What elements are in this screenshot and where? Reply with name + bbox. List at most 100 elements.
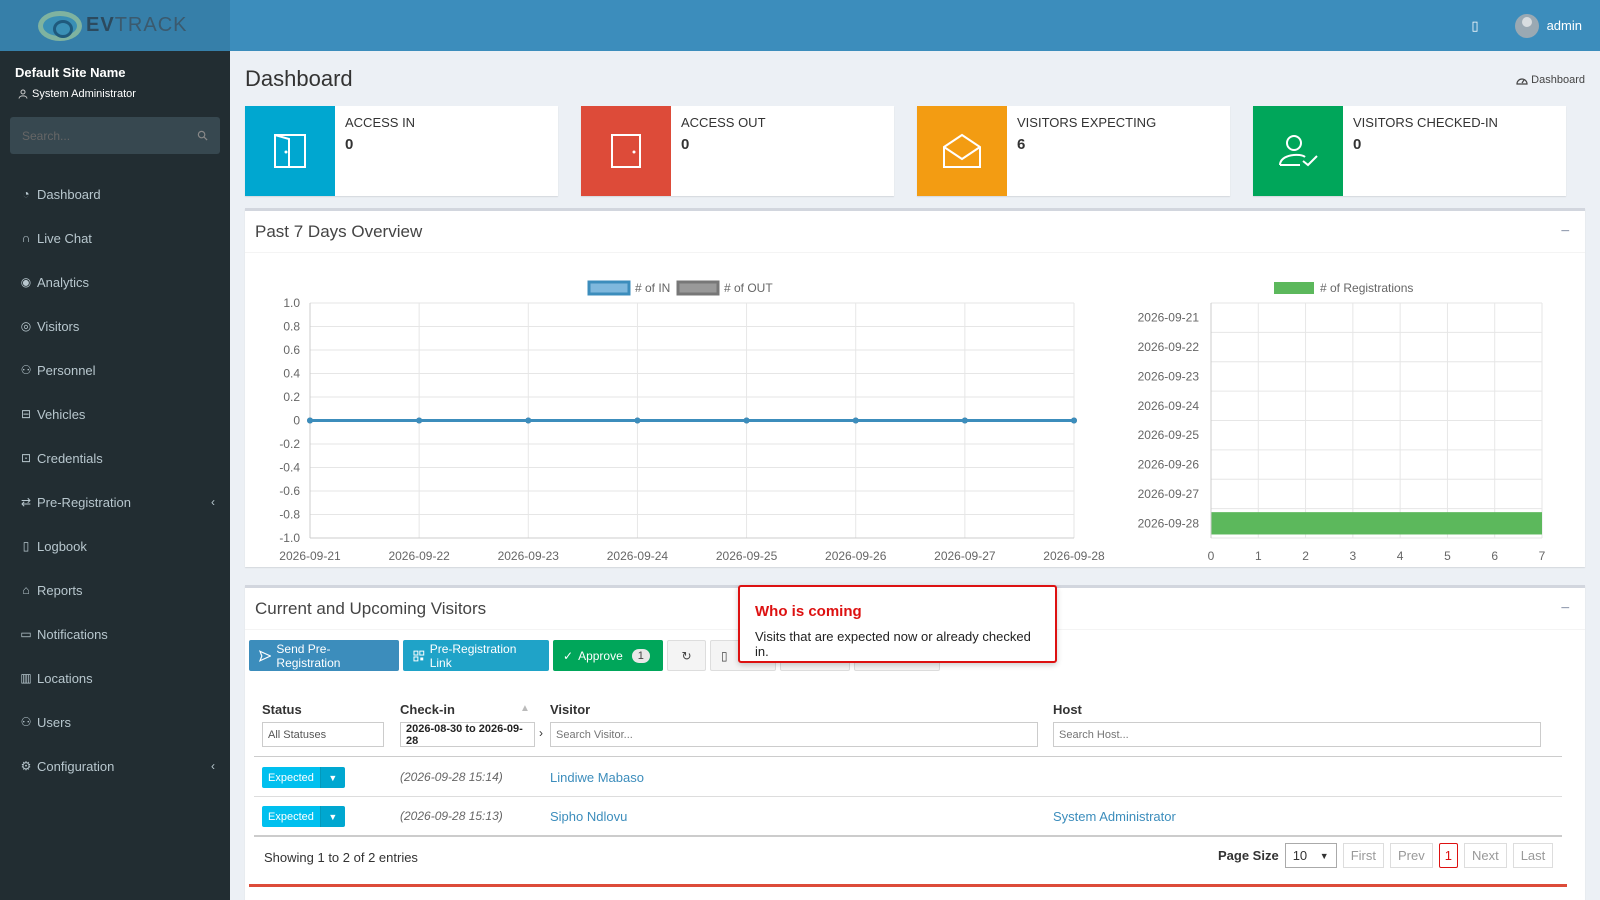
main-content: Dashboard Dashboard ACCESS IN 0 ACCESS O… [230,51,1600,900]
x-tick-label: 3 [1350,549,1357,563]
logo[interactable]: EVTRACK [0,0,230,51]
y-tick-label: 2026-09-27 [1138,487,1200,501]
x-tick-label: 1 [1255,549,1262,563]
user-check-icon [1253,106,1343,196]
y-tick-label: -0.2 [279,437,300,451]
sidebar-item-configuration[interactable]: ⚙ Configuration ‹ [0,744,230,788]
data-point [307,417,313,424]
refresh-button[interactable]: ↻ [667,640,706,671]
collapse-button[interactable]: − [1561,223,1570,241]
visitor-link[interactable]: Lindiwe Mabaso [550,770,644,785]
column-header-status[interactable]: Status [262,702,302,717]
breadcrumb[interactable]: Dashboard [1516,74,1585,86]
logo-text-bold: EV [86,14,115,36]
logo-icon [38,10,82,41]
approve-button[interactable]: ✓ Approve 1 [553,640,663,671]
sidebar-item-personnel[interactable]: ⚇ Personnel [0,348,230,392]
search-icon[interactable] [197,130,208,141]
sidebar-item-locations[interactable]: ▥ Locations [0,656,230,700]
column-header-visitor[interactable]: Visitor [550,702,590,717]
host-search-input[interactable] [1053,722,1541,747]
x-tick-label: 2026-09-24 [607,549,669,563]
legend-label: # of OUT [724,281,773,295]
sidebar-search-input[interactable]: Search... [10,117,220,154]
status-dropdown-button[interactable]: Expected ▼ [262,767,345,788]
visitor-search-input[interactable] [550,722,1038,747]
qr-code-icon [413,650,425,661]
collapse-button[interactable]: − [1561,600,1570,618]
sidebar-menu: ◔ Dashboard ∩ Live Chat ◉ Analytics ◎ Visito… [0,172,230,788]
pre-registration-link-button[interactable]: Pre-Registration Link [403,640,549,671]
logo-text-rest: TRACK [114,14,188,36]
sort-asc-icon[interactable]: ▲ [520,703,530,714]
top-navbar: ▯ admin [230,0,1600,51]
info-boxes: ACCESS IN 0 ACCESS OUT 0 VISITORS EXPECT… [245,106,1585,196]
sidebar-item-reports[interactable]: ⌂ Reports [0,568,230,612]
chevron-left-icon: ‹ [211,495,215,509]
info-box-label: VISITORS EXPECTING [1017,115,1157,130]
table-divider [254,796,1562,797]
status-dropdown-button[interactable]: Expected ▼ [262,806,345,827]
overview-box: Past 7 Days Overview − # of IN # of OUT 1.… [245,208,1585,567]
x-tick-label: 2026-09-21 [279,549,341,563]
door-open-icon [245,106,335,196]
host-link[interactable]: System Administrator [1053,809,1176,824]
y-tick-label: 2026-09-22 [1138,340,1200,354]
pagination: Page Size 10 ▼ First Prev 1 Next Last [1218,843,1554,868]
y-tick-label: 2026-09-28 [1138,516,1200,530]
x-tick-label: 2026-09-22 [388,549,450,563]
sidebar-item-pre-registration[interactable]: ⇄ Pre-Registration ‹ [0,480,230,524]
sidebar-item-logbook[interactable]: ▯ Logbook [0,524,230,568]
column-header-host[interactable]: Host [1053,702,1082,717]
y-tick-label: -1.0 [279,531,300,545]
exchange-icon: ⇄ [20,495,32,509]
overview-title: Past 7 Days Overview [255,221,423,241]
caret-down-icon: ▼ [319,767,345,788]
sidebar-item-credentials[interactable]: ⊡ Credentials [0,436,230,480]
data-point [634,417,641,424]
data-point [743,417,750,424]
caret-down-icon: ▼ [319,806,345,827]
legend-swatch [587,280,631,296]
sidebar-item-analytics[interactable]: ◉ Analytics [0,260,230,304]
book-icon[interactable]: ▯ [1471,18,1478,34]
y-tick-label: 2026-09-25 [1138,428,1200,442]
legend-label: # of Registrations [1320,281,1413,295]
x-tick-label: 2026-09-27 [934,549,996,563]
refresh-icon: ↻ [681,648,692,663]
sidebar-search-placeholder: Search... [22,128,71,143]
overview-charts: # of IN # of OUT 1.0 0.8 0.6 0.4 0.2 0 -0.2 -0.4 -… [279,280,1546,563]
send-pre-registration-button[interactable]: Send Pre-Registration [249,640,399,671]
next-page-button[interactable]: Next [1463,843,1507,868]
sidebar-item-live-chat[interactable]: ∩ Live Chat [0,216,230,260]
user-menu-name[interactable]: admin [1547,18,1582,33]
breadcrumb-dashboard[interactable]: Dashboard [1531,74,1585,86]
dashboard-icon: ◔ [22,187,30,201]
door-closed-icon [581,106,671,196]
bookmark-icon: ▯ [721,648,728,663]
sidebar-item-visitors[interactable]: ◎ Visitors [0,304,230,348]
column-header-checkin[interactable]: Check-in [400,702,455,717]
visitor-link[interactable]: Sipho Ndlovu [550,809,627,824]
prev-page-button[interactable]: Prev [1389,843,1433,868]
first-page-button[interactable]: First [1342,843,1384,868]
current-page-button[interactable]: 1 [1438,843,1458,868]
gear-icon: ⚙ [20,759,32,773]
avatar[interactable] [1514,13,1539,38]
sidebar-item-vehicles[interactable]: ⊟ Vehicles [0,392,230,436]
status-filter-select[interactable]: All Statuses [262,722,384,747]
last-page-button[interactable]: Last [1512,843,1554,868]
page-size-select[interactable]: 10 ▼ [1284,843,1337,868]
y-tick-label: 1.0 [283,296,300,310]
x-tick-label: 2026-09-28 [1043,549,1105,563]
sidebar-item-notifications[interactable]: ▭ Notifications [0,612,230,656]
target-icon: ◉ [20,275,32,289]
info-box-label: VISITORS CHECKED-IN [1353,115,1498,130]
info-box-access-in: ACCESS IN 0 [245,106,558,196]
sidebar-item-dashboard[interactable]: ◔ Dashboard [0,172,230,216]
sidebar-item-users[interactable]: ⚇ Users [0,700,230,744]
chevron-right-icon[interactable]: › [539,726,543,740]
x-tick-label: 5 [1444,549,1451,563]
checkin-date-range-input[interactable]: 2026-08-30 to 2026-09-28 [400,722,535,747]
send-icon [259,649,272,662]
